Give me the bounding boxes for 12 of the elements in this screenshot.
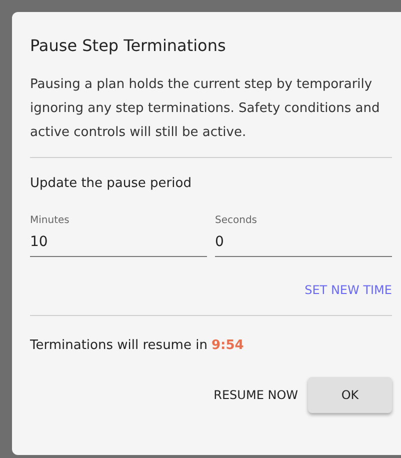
field-label: Minutes	[30, 215, 70, 226]
dialog-title: Pause Step Terminations	[30, 36, 227, 55]
set-new-time-button[interactable]: SET NEW TIME	[304, 279, 392, 301]
section-title: Update the pause period	[30, 176, 192, 191]
time-input[interactable]: 10	[30, 234, 207, 257]
countdown: 9:54	[211, 338, 244, 353]
status-text: Terminations will resume in	[30, 338, 208, 353]
dialog-description: Pausing a plan holds the current step by temporarily ignoring any step terminations. Safety conditions and active controls will still be active.	[30, 76, 381, 142]
time-input[interactable]: 0	[215, 234, 392, 257]
resume-now-button[interactable]: RESUME NOW	[212, 377, 300, 413]
field-label: Seconds	[215, 215, 258, 226]
ok-button[interactable]: OK	[308, 377, 392, 413]
